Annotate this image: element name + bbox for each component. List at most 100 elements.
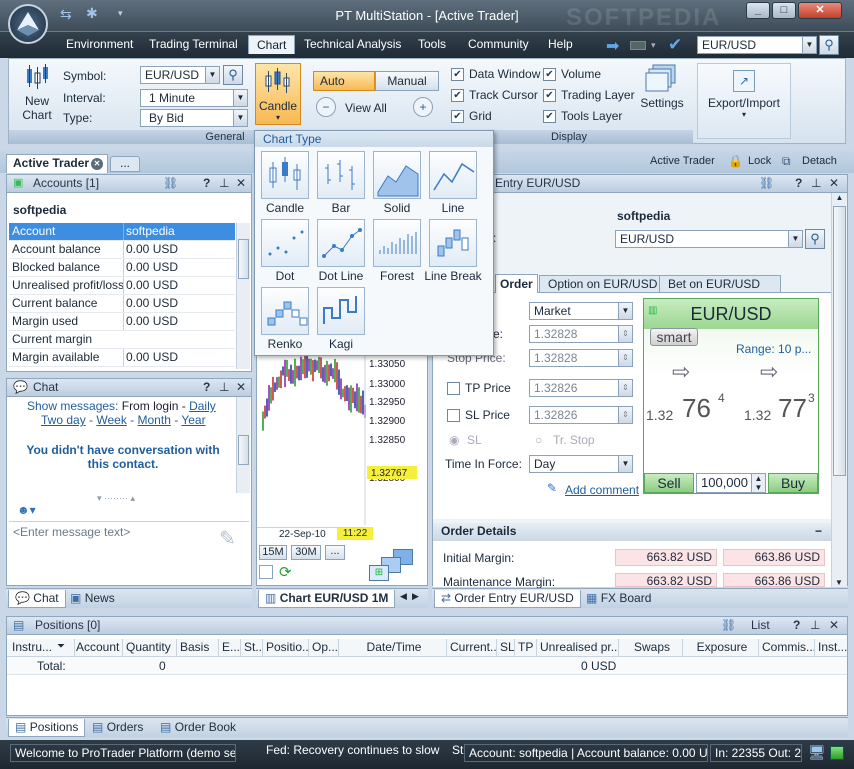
col-position[interactable]: Positio...: [263, 639, 309, 657]
pin-icon[interactable]: ⊥: [811, 175, 821, 192]
menu-environment[interactable]: Environment: [66, 37, 133, 51]
chart-type-solid-button[interactable]: [373, 151, 421, 199]
buy-button[interactable]: Buy: [768, 473, 818, 493]
filter-icon[interactable]: ⏷: [57, 641, 65, 652]
close-panel-icon[interactable]: ✕: [236, 175, 246, 192]
table-row[interactable]: Margin used 0.00 USD: [9, 313, 235, 331]
table-row[interactable]: Blocked balance 0.00 USD: [9, 259, 235, 277]
help-icon[interactable]: ?: [203, 175, 210, 192]
col-commission[interactable]: Commis...: [759, 639, 815, 657]
chart-type-line-break-button[interactable]: [429, 219, 477, 267]
symbol-search-icon[interactable]: ⚲: [223, 65, 243, 85]
table-row[interactable]: Account balance 0.00 USD: [9, 241, 235, 259]
col-sl[interactable]: SL: [497, 639, 515, 657]
chart-type-renko-button[interactable]: [261, 287, 309, 335]
interval-30m-button[interactable]: 30M: [291, 545, 321, 560]
col-e[interactable]: E...: [219, 639, 241, 657]
chart-type-dot-button[interactable]: [261, 219, 309, 267]
pin-icon[interactable]: ⊥: [810, 617, 820, 634]
table-row[interactable]: Account softpedia: [9, 223, 235, 241]
splitter-handle[interactable]: ▾ ········ ▴: [97, 493, 135, 504]
dropdown-icon[interactable]: ▾: [651, 40, 656, 51]
chat-message-input[interactable]: <Enter message text> ✎: [9, 521, 249, 583]
col-quantity[interactable]: Quantity: [123, 639, 177, 657]
menu-community[interactable]: Community: [468, 37, 529, 51]
table-row[interactable]: Current margin: [9, 331, 235, 349]
link-icon[interactable]: ⛓: [163, 175, 178, 192]
pin-icon[interactable]: ⊥: [219, 379, 229, 396]
tp-checkbox[interactable]: [447, 382, 460, 395]
detach-button[interactable]: Detach: [802, 155, 837, 167]
chart-type-forest-button[interactable]: [373, 219, 421, 267]
status-news-2[interactable]: St: [452, 743, 463, 757]
chart-tools-icon[interactable]: ⊞: [367, 549, 419, 581]
export-import-button[interactable]: ↗ Export/Import ▾: [697, 63, 791, 139]
lock-icon[interactable]: 🔒: [728, 154, 743, 168]
help-icon[interactable]: ?: [203, 379, 210, 396]
tp-price-field[interactable]: 1.32826 ⇕: [529, 379, 633, 397]
table-row[interactable]: Current balance 0.00 USD: [9, 295, 235, 313]
tab-order[interactable]: Order: [495, 274, 538, 294]
checkmark-icon[interactable]: ✔: [668, 35, 682, 55]
order-type-select[interactable]: Market ▼: [529, 302, 633, 320]
close-tab-icon[interactable]: ✕: [91, 158, 103, 170]
menu-chart[interactable]: Chart: [248, 35, 296, 54]
col-open[interactable]: Op...: [309, 639, 339, 657]
tab-option[interactable]: Option on EUR/USD: [539, 275, 667, 293]
detach-icon[interactable]: ⧉: [782, 154, 791, 169]
close-button[interactable]: ✕: [798, 2, 842, 19]
interval-15m-button[interactable]: 15M: [259, 545, 287, 560]
candle-type-button[interactable]: Candle ▾: [255, 63, 301, 125]
chart-type-dot-line-button[interactable]: [317, 219, 365, 267]
new-chart-button[interactable]: New Chart: [13, 63, 61, 125]
lock-button[interactable]: Lock: [748, 155, 771, 167]
accounts-scrollbar[interactable]: [236, 223, 250, 369]
pin-icon[interactable]: ⊥: [219, 175, 229, 192]
col-instrument[interactable]: Instru...: [9, 639, 75, 657]
arrow-right-icon[interactable]: ➡: [606, 36, 619, 56]
smart-badge[interactable]: smart: [650, 328, 698, 346]
filter-month-link[interactable]: Month: [138, 413, 171, 427]
col-status[interactable]: St...: [241, 639, 263, 657]
col-basis[interactable]: Basis: [177, 639, 219, 657]
filter-week-link[interactable]: Week: [96, 413, 126, 427]
tab-order-book[interactable]: ▤ Order Book: [154, 719, 242, 737]
chart-type-kagi-button[interactable]: [317, 287, 365, 335]
tab-active-trader[interactable]: Active Trader ✕: [6, 154, 108, 173]
sl-price-field[interactable]: 1.32826 ⇕: [529, 406, 633, 424]
col-datetime[interactable]: Date/Time: [339, 639, 447, 657]
interval-select[interactable]: 1 Minute ▼: [140, 89, 248, 107]
filter-two-day-link[interactable]: Two day: [41, 413, 86, 427]
filter-daily-link[interactable]: Daily: [189, 399, 216, 413]
tab-fx-board[interactable]: ▦ FX Board: [580, 590, 657, 608]
stop-price-field[interactable]: 1.32828 ⇕: [529, 349, 633, 367]
order-symbol-select[interactable]: EUR/USD ▼: [615, 230, 803, 248]
smiley-icon[interactable]: ☻▾: [17, 503, 36, 517]
tab-new[interactable]: ...: [110, 156, 140, 172]
col-exposure[interactable]: Exposure: [683, 639, 759, 657]
menu-technical-analysis[interactable]: Technical Analysis: [304, 37, 401, 51]
order-entry-scrollbar[interactable]: ▲ ▼: [831, 193, 847, 587]
tab-bet[interactable]: Bet on EUR/USD: [659, 275, 781, 293]
quantity-spin-icon[interactable]: ▲ ▼: [751, 474, 765, 492]
tab-chart-eurusd[interactable]: ▥ Chart EUR/USD 1M: [258, 590, 396, 608]
close-panel-icon[interactable]: ✕: [236, 379, 246, 396]
tr-stop-radio[interactable]: ○: [535, 433, 542, 447]
symbol-select[interactable]: EUR/USD ▼: [140, 66, 220, 84]
list-view-button[interactable]: List: [751, 617, 770, 634]
tab-positions[interactable]: ▤ Positions: [8, 719, 86, 737]
table-row[interactable]: Margin available 0.00 USD: [9, 349, 235, 367]
minimize-button[interactable]: _: [746, 2, 770, 19]
chart-type-line-button[interactable]: [429, 151, 477, 199]
col-current[interactable]: Current...: [447, 639, 497, 657]
refresh-icon[interactable]: ⟳: [279, 563, 292, 581]
close-panel-icon[interactable]: ✕: [829, 617, 839, 634]
maximize-button[interactable]: □: [772, 2, 796, 19]
menu-trading-terminal[interactable]: Trading Terminal: [149, 37, 238, 51]
auto-button[interactable]: Auto: [313, 71, 375, 91]
price-field[interactable]: 1.32828 ⇕: [529, 325, 633, 343]
settings-button[interactable]: Settings: [637, 63, 687, 125]
col-swaps[interactable]: Swaps: [619, 639, 683, 657]
tab-chat[interactable]: 💬 Chat: [8, 590, 66, 608]
filter-year-link[interactable]: Year: [181, 413, 205, 427]
